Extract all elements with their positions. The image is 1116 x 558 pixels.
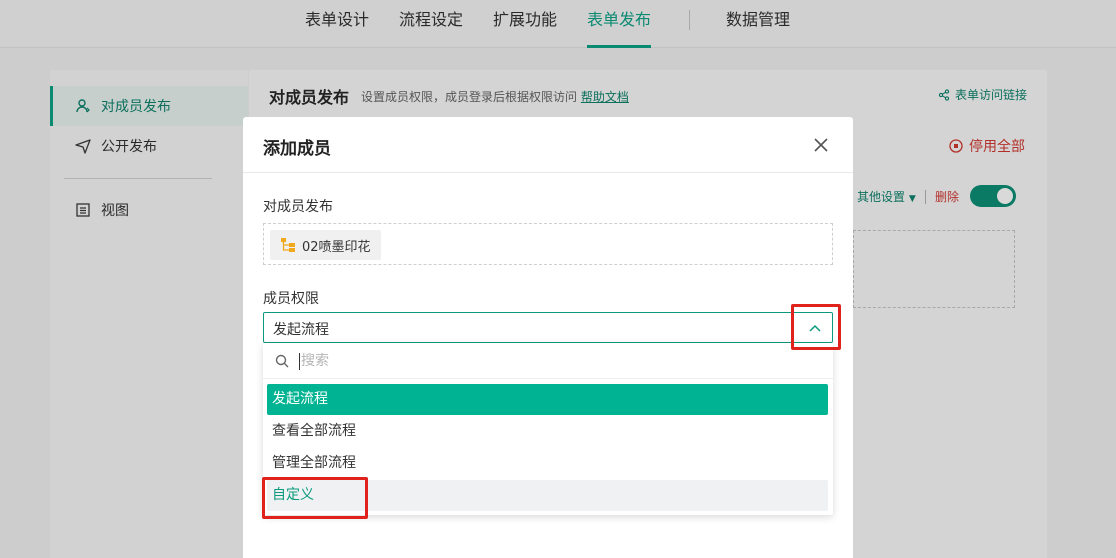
option-custom[interactable]: 自定义	[267, 480, 828, 511]
subtitle-text: 设置成员权限，成员登录后根据权限访问	[361, 90, 578, 104]
member-chip-label: 02喷墨印花	[302, 239, 371, 255]
org-tree-icon	[281, 238, 295, 252]
option-manage-all-processes[interactable]: 管理全部流程	[267, 448, 828, 479]
option-view-all-processes[interactable]: 查看全部流程	[267, 416, 828, 447]
tab-extensions[interactable]: 扩展功能	[493, 0, 557, 48]
dialog-title: 添加成员	[263, 139, 331, 159]
sidebar-item-label: 视图	[101, 203, 129, 219]
caret-down-icon: ▼	[908, 194, 916, 204]
send-icon	[75, 139, 91, 154]
sidebar: 对成员发布 公开发布 视图	[50, 70, 248, 558]
member-selector[interactable]: 02喷墨印花	[263, 223, 833, 265]
text-cursor	[299, 353, 300, 370]
stop-circle-icon	[949, 139, 963, 153]
dropdown-search	[263, 343, 833, 379]
permission-dropdown-menu: 发起流程 查看全部流程 管理全部流程 自定义	[263, 343, 833, 515]
tab-data-management[interactable]: 数据管理	[726, 0, 790, 48]
page-subtitle: 设置成员权限，成员登录后根据权限访问 帮助文档	[361, 88, 629, 105]
form-access-link-label: 表单访问链接	[954, 88, 1027, 102]
dashed-placeholder-box	[853, 230, 1015, 308]
dialog-header: 添加成员	[243, 117, 853, 173]
search-input[interactable]	[301, 349, 801, 373]
top-navigation: 表单设计 流程设定 扩展功能 表单发布 数据管理	[0, 0, 1116, 48]
help-doc-link[interactable]: 帮助文档	[581, 90, 629, 104]
disable-all-button[interactable]: 停用全部	[949, 136, 1025, 156]
option-start-process[interactable]: 发起流程	[267, 384, 828, 415]
sidebar-divider	[64, 178, 212, 179]
chevron-up-icon	[809, 324, 821, 332]
other-settings-dropdown[interactable]: 其他设置 ▼	[857, 188, 916, 205]
tab-process-settings[interactable]: 流程设定	[399, 0, 463, 48]
sidebar-item-label: 对成员发布	[101, 99, 171, 115]
tab-form-publish[interactable]: 表单发布	[587, 0, 652, 48]
dropdown-toggle[interactable]	[806, 319, 824, 337]
sidebar-item-label: 公开发布	[101, 139, 157, 155]
member-chip[interactable]: 02喷墨印花	[270, 230, 381, 260]
sidebar-item-public-publish[interactable]: 公开发布	[50, 126, 248, 166]
publish-to-members-label: 对成员发布	[263, 199, 333, 215]
user-share-icon	[76, 99, 90, 113]
action-divider	[925, 190, 926, 204]
close-button[interactable]	[809, 133, 833, 157]
search-icon	[275, 354, 289, 368]
tab-form-design[interactable]: 表单设计	[305, 0, 369, 48]
other-settings-label: 其他设置	[857, 190, 906, 204]
page-title: 对成员发布	[269, 88, 350, 107]
share-icon	[938, 88, 950, 101]
permission-selected-value: 发起流程	[273, 322, 329, 338]
delete-button[interactable]: 删除	[935, 188, 959, 205]
sidebar-item-member-publish[interactable]: 对成员发布	[50, 86, 248, 126]
member-permission-label: 成员权限	[263, 291, 319, 307]
form-access-link[interactable]: 表单访问链接	[938, 86, 1027, 103]
nav-divider	[689, 10, 690, 30]
publish-toggle[interactable]	[970, 185, 1016, 207]
add-member-dialog: 添加成员 对成员发布 02喷墨印花 成员权限 发起流程 搜索 发起流程 查看全部…	[243, 117, 853, 558]
permission-select[interactable]: 发起流程	[263, 312, 833, 343]
list-view-icon	[76, 203, 90, 217]
sidebar-item-view[interactable]: 视图	[50, 190, 248, 230]
close-icon	[814, 138, 828, 152]
disable-all-label: 停用全部	[969, 139, 1025, 155]
